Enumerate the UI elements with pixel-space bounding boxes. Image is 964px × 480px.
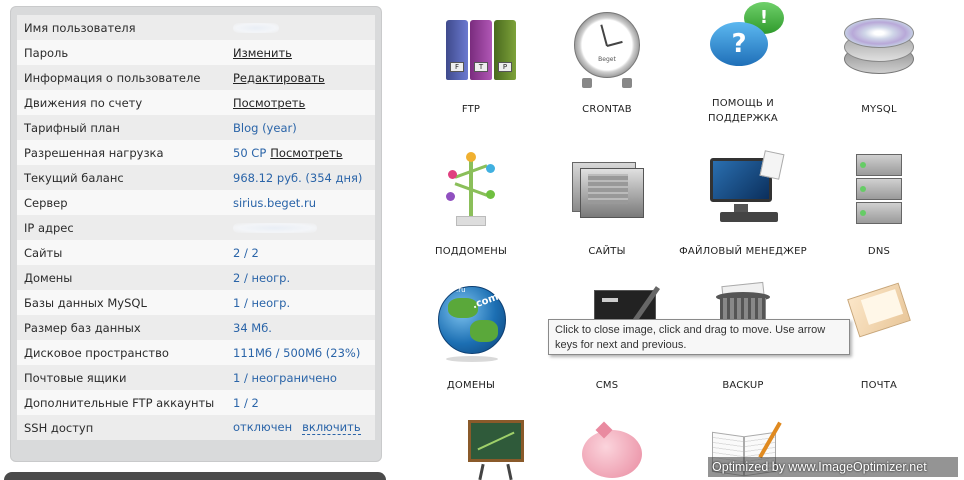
sites-value: 2 / 2 bbox=[233, 245, 259, 260]
row-label: Имя пользователя bbox=[24, 20, 136, 35]
row-label: Базы данных MySQL bbox=[24, 295, 147, 310]
row-user-info: Информация о пользователе Редактировать bbox=[17, 65, 375, 90]
tile-label: BACKUP bbox=[722, 380, 764, 391]
database-disks-icon bbox=[834, 8, 924, 94]
row-domains: Домены 2 / неогр. bbox=[17, 265, 375, 290]
tile-ftp[interactable]: F T P FTP bbox=[406, 8, 536, 117]
row-label: Движения по счету bbox=[24, 95, 143, 110]
disk-space-value: 111Мб / 500Мб (23%) bbox=[233, 345, 361, 360]
tile-label: CRONTAB bbox=[582, 104, 632, 115]
tile-label: MYSQL bbox=[861, 104, 897, 115]
enable-ssh-link[interactable]: включить bbox=[302, 420, 361, 435]
row-db-size: Размер баз данных 34 Мб. bbox=[17, 315, 375, 340]
row-label: Сервер bbox=[24, 195, 68, 210]
row-username: Имя пользователя bbox=[17, 15, 375, 40]
blurred-username bbox=[233, 22, 279, 33]
row-balance: Текущий баланс 968.12 руб. (354 дня) bbox=[17, 165, 375, 190]
row-mailboxes: Почтовые ящики 1 / неограничено bbox=[17, 365, 375, 390]
row-sites: Сайты 2 / 2 bbox=[17, 240, 375, 265]
row-label: Разрешенная нагрузка bbox=[24, 145, 164, 160]
tile-dns[interactable]: DNS bbox=[814, 150, 944, 259]
change-password-link[interactable]: Изменить bbox=[233, 46, 292, 60]
view-movements-link[interactable]: Посмотреть bbox=[233, 96, 305, 110]
server-rack-icon bbox=[834, 150, 924, 236]
services-grid: F T P FTP Beget CRONTAB ! ? ПОМОЩЬ И ПОД… bbox=[400, 0, 964, 480]
tile-label: DNS bbox=[867, 246, 891, 257]
account-info-panel: Имя пользователя Пароль Изменить Информа… bbox=[10, 6, 382, 462]
computer-icon bbox=[698, 150, 788, 236]
row-label: Информация о пользователе bbox=[24, 70, 201, 85]
globe-icon: .com .ru bbox=[426, 284, 516, 370]
row-label: Пароль bbox=[24, 45, 69, 60]
clock-icon: Beget bbox=[562, 8, 652, 94]
binders-icon: F T P bbox=[426, 8, 516, 94]
watermark: Optimized by www.ImageOptimizer.net bbox=[708, 457, 958, 477]
row-ip: IP адрес bbox=[17, 215, 375, 240]
server-value: sirius.beget.ru bbox=[233, 195, 316, 210]
tile-label: FTP bbox=[461, 104, 481, 115]
row-mysql: Базы данных MySQL 1 / неогр. bbox=[17, 290, 375, 315]
tile-help[interactable]: ! ? ПОМОЩЬ И ПОДДЕРЖКА bbox=[678, 2, 808, 126]
speech-bubbles-icon: ! ? bbox=[698, 2, 788, 88]
edit-user-info-link[interactable]: Редактировать bbox=[233, 71, 325, 85]
db-size-value: 34 Мб. bbox=[233, 320, 272, 335]
tile-payment[interactable] bbox=[542, 418, 672, 480]
tile-subdomains[interactable]: ПОДДОМЕНЫ bbox=[406, 150, 536, 259]
row-server: Сервер sirius.beget.ru bbox=[17, 190, 375, 215]
row-label: Дополнительные FTP аккаунты bbox=[24, 395, 215, 410]
tile-domains[interactable]: .com .ru ДОМЕНЫ bbox=[406, 284, 536, 393]
row-password: Пароль Изменить bbox=[17, 40, 375, 65]
tile-label: CMS bbox=[595, 380, 619, 391]
tile-label: ФАЙЛОВЫЙ МЕНЕДЖЕР bbox=[679, 246, 807, 257]
piggy-bank-icon bbox=[562, 418, 652, 480]
balance-value: 968.12 руб. (354 дня) bbox=[233, 170, 363, 185]
tile-label: ПОДДОМЕНЫ bbox=[435, 246, 507, 257]
view-load-link[interactable]: Посмотреть bbox=[270, 146, 342, 160]
tile-file-manager[interactable]: ФАЙЛОВЫЙ МЕНЕДЖЕР bbox=[678, 150, 808, 259]
row-label: Тарифный план bbox=[24, 120, 120, 135]
row-label: Домены bbox=[24, 270, 73, 285]
row-label: Почтовые ящики bbox=[24, 370, 127, 385]
tile-statistics[interactable] bbox=[406, 418, 536, 480]
panel-footer-bar bbox=[4, 472, 386, 480]
chalkboard-chart-icon bbox=[426, 418, 524, 480]
row-disk-space: Дисковое пространство 111Мб / 500Мб (23%… bbox=[17, 340, 375, 365]
row-allowed-load: Разрешенная нагрузка 50 CP Посмотреть bbox=[17, 140, 375, 165]
mysql-value: 1 / неогр. bbox=[233, 295, 291, 310]
tile-label: САЙТЫ bbox=[588, 246, 626, 257]
blurred-ip bbox=[233, 222, 317, 233]
tree-icon bbox=[426, 150, 516, 236]
tariff-plan-link[interactable]: Blog (year) bbox=[233, 121, 297, 135]
row-label: Дисковое пространство bbox=[24, 345, 169, 360]
tile-mysql[interactable]: MYSQL bbox=[814, 8, 944, 117]
row-label: Размер баз данных bbox=[24, 320, 141, 335]
ssh-status: отключен bbox=[233, 420, 293, 434]
row-label: Сайты bbox=[24, 245, 63, 260]
mailboxes-value: 1 / неограничено bbox=[233, 370, 337, 385]
tile-label: ДОМЕНЫ bbox=[446, 380, 496, 391]
row-ssh: SSH доступ отключен включить bbox=[17, 415, 375, 440]
ftp-accounts-value: 1 / 2 bbox=[233, 395, 259, 410]
row-label: Текущий баланс bbox=[24, 170, 124, 185]
tile-label: ПОМОЩЬ И ПОДДЕРЖКА bbox=[708, 98, 778, 124]
tile-label: ПОЧТА bbox=[860, 380, 898, 391]
row-account-movements: Движения по счету Посмотреть bbox=[17, 90, 375, 115]
row-label: SSH доступ bbox=[24, 420, 94, 435]
load-value: 50 CP bbox=[233, 145, 267, 160]
row-tariff: Тарифный план Blog (year) bbox=[17, 115, 375, 140]
row-label: IP адрес bbox=[24, 220, 74, 235]
domains-value: 2 / неогр. bbox=[233, 270, 291, 285]
tile-crontab[interactable]: Beget CRONTAB bbox=[542, 8, 672, 117]
tile-sites[interactable]: САЙТЫ bbox=[542, 150, 672, 259]
row-ftp-accounts: Дополнительные FTP аккаунты 1 / 2 bbox=[17, 390, 375, 415]
folders-icon bbox=[562, 150, 652, 236]
lightbox-tooltip: Click to close image, click and drag to … bbox=[548, 319, 850, 355]
